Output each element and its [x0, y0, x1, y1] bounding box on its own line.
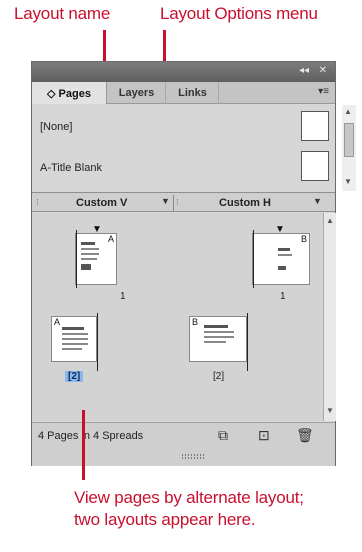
status-bar: 4 Pages in 4 Spreads ⧉ ⊡ 🗑 — [32, 422, 335, 448]
current-page-marker-icon: ▼ — [275, 224, 285, 235]
current-page-marker-icon: ▼ — [92, 224, 102, 235]
master-letter: B — [300, 234, 307, 244]
master-none-thumbnail[interactable] — [301, 111, 329, 141]
layout-separator — [173, 195, 174, 211]
master-a-title-blank[interactable]: A-Title Blank — [40, 162, 102, 174]
callout-layout-options-menu: Layout Options menu — [160, 4, 318, 23]
trash-icon[interactable]: 🗑 — [296, 427, 314, 444]
close-icon[interactable]: ✕ — [319, 65, 327, 76]
layout-options-menu-h[interactable]: ▼ — [313, 196, 322, 206]
callout-layout-name: Layout name — [14, 4, 111, 23]
scroll-down-icon[interactable]: ▼ — [326, 406, 334, 415]
callout-bottom-line2: two layouts appear here. — [74, 510, 256, 529]
panel-menu-icon[interactable]: ▾≡ — [318, 86, 329, 97]
page-number-v-2[interactable]: [2] — [65, 371, 84, 382]
tab-links[interactable]: Links — [167, 82, 219, 104]
layout-header-bar: ⁝ Custom V ▼ ⁝ Custom H ▼ — [32, 192, 335, 212]
new-page-icon[interactable]: ⊡ — [258, 427, 270, 444]
panel-titlebar[interactable]: ◂◂ ✕ — [32, 62, 335, 82]
scroll-thumb[interactable] — [344, 123, 354, 157]
masters-section: [None] A-Title Blank ▲ ▼ — [32, 105, 356, 191]
master-letter: B — [192, 317, 199, 327]
scroll-up-icon[interactable]: ▲ — [326, 216, 334, 225]
scroll-down-icon[interactable]: ▼ — [344, 177, 352, 186]
page-number-v-1[interactable]: 1 — [120, 291, 126, 302]
tab-pages[interactable]: ◇ Pages — [32, 82, 107, 104]
panel-tabs: ◇ Pages Layers Links ▾≡ — [32, 82, 335, 104]
tab-layers[interactable]: Layers — [108, 82, 166, 104]
page-thumbnail-h-2[interactable]: B — [189, 313, 248, 371]
layout-options-menu-v[interactable]: ▼ — [161, 196, 170, 206]
layout-name-h[interactable]: Custom H — [219, 197, 271, 209]
edit-page-size-icon[interactable]: ⧉ — [218, 427, 228, 444]
callout-line-bottom — [82, 410, 85, 480]
masters-scrollbar[interactable]: ▲ ▼ — [342, 105, 356, 191]
page-number-h-2[interactable]: [2] — [213, 371, 224, 382]
page-thumbnail-v-2[interactable]: A — [51, 313, 98, 371]
pages-scrollbar[interactable]: ▲ ▼ — [323, 213, 336, 421]
resize-bar[interactable] — [32, 448, 335, 466]
collapse-icon[interactable]: ◂◂ — [299, 65, 309, 76]
master-letter: A — [54, 317, 61, 327]
grip-icon[interactable]: ⁝ — [36, 197, 39, 208]
pages-area: ▼ A 1 ▼ B 1 A [2] B [2] — [32, 213, 323, 421]
pages-panel: ◂◂ ✕ ◇ Pages Layers Links ▾≡ [None] A-Ti… — [31, 61, 356, 466]
callout-bottom-line1: View pages by alternate layout; — [74, 488, 304, 507]
scroll-up-icon[interactable]: ▲ — [344, 107, 352, 116]
page-count-status: 4 Pages in 4 Spreads — [38, 430, 144, 442]
page-thumbnail-h-1[interactable]: ▼ B — [252, 224, 310, 288]
master-letter: A — [107, 234, 114, 244]
master-a-thumbnail[interactable] — [301, 151, 329, 181]
page-thumbnail-v-1[interactable]: ▼ A — [75, 224, 117, 288]
master-none[interactable]: [None] — [40, 121, 72, 133]
page-number-h-1[interactable]: 1 — [280, 291, 286, 302]
layout-name-v[interactable]: Custom V — [76, 197, 127, 209]
grip-icon[interactable]: ⁝ — [176, 197, 179, 208]
